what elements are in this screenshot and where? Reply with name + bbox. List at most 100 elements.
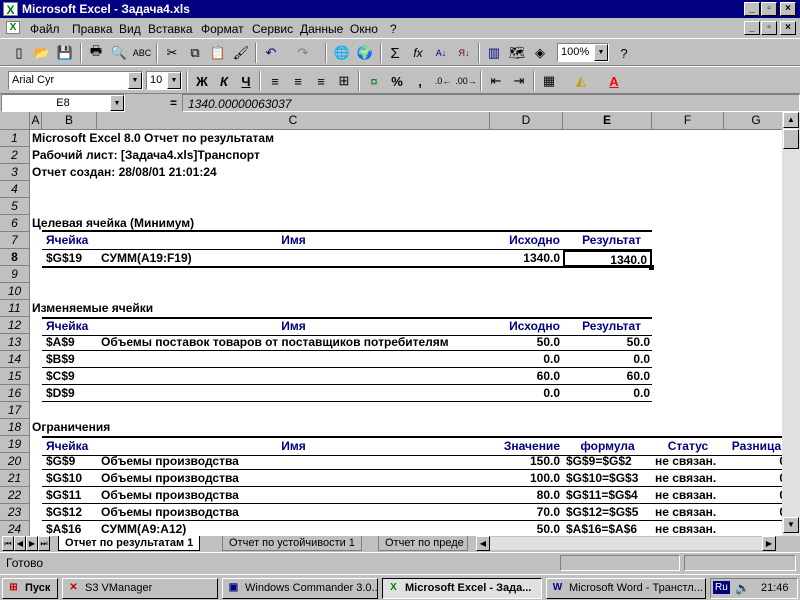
- underline-button[interactable]: Ч: [235, 70, 257, 92]
- function-icon[interactable]: fx: [407, 42, 429, 64]
- menu-edit[interactable]: Правка: [72, 22, 113, 36]
- vertical-scrollbar[interactable]: ▲ ▼: [782, 112, 800, 536]
- document-icon[interactable]: X: [6, 21, 20, 34]
- constraint-value[interactable]: 70.0: [490, 504, 560, 521]
- row-header[interactable]: 13: [0, 334, 30, 351]
- row-header[interactable]: 2: [0, 147, 30, 164]
- save-icon[interactable]: 💾: [54, 42, 76, 64]
- changing-result-value[interactable]: 0.0: [563, 351, 650, 368]
- column-header-c[interactable]: C: [97, 112, 490, 130]
- constraint-formula[interactable]: $G$10=$G$3: [566, 470, 638, 487]
- row-header[interactable]: 24: [0, 521, 30, 536]
- constraint-cell-name[interactable]: Объемы производства: [101, 470, 239, 487]
- constraint-status[interactable]: не связан.: [655, 453, 716, 470]
- constraint-diff[interactable]: 0: [724, 487, 782, 504]
- menu-insert[interactable]: Вставка: [148, 22, 193, 36]
- changing-result-value[interactable]: 60.0: [563, 368, 650, 385]
- increase-indent-icon[interactable]: ⇥: [508, 70, 530, 92]
- menu-format[interactable]: Формат: [201, 22, 244, 36]
- scroll-down-icon[interactable]: ▼: [783, 517, 799, 533]
- formula-input[interactable]: 1340.00000063037: [182, 94, 800, 112]
- menu-data[interactable]: Данные: [300, 22, 343, 36]
- prev-sheet-icon[interactable]: ◀: [14, 536, 26, 551]
- maximize-button[interactable]: ▫: [761, 2, 777, 16]
- row-header[interactable]: 4: [0, 181, 30, 198]
- row-header[interactable]: 21: [0, 470, 30, 487]
- constraint-value[interactable]: 50.0: [490, 521, 560, 536]
- report-sheet[interactable]: Рабочий лист: [Задача4.xls]Транспорт: [32, 147, 260, 164]
- target-header-orig[interactable]: Исходно: [490, 232, 560, 249]
- changing-header-result[interactable]: Результат: [563, 318, 641, 335]
- sheet-tab-results[interactable]: Отчет по результатам 1: [58, 536, 201, 551]
- column-header-g[interactable]: G: [724, 112, 782, 130]
- format-painter-icon[interactable]: 🖌: [230, 42, 252, 64]
- target-header-result[interactable]: Результат: [563, 232, 641, 249]
- hyperlink-icon[interactable]: 🌐: [331, 42, 353, 64]
- menu-help[interactable]: ?: [390, 22, 397, 36]
- row-header[interactable]: 9: [0, 266, 30, 283]
- changing-result-value[interactable]: 0.0: [563, 385, 650, 402]
- changing-cell-name[interactable]: Объемы поставок товаров от поставщиков п…: [101, 334, 449, 351]
- drawing-icon[interactable]: ◈: [529, 42, 551, 64]
- column-header-e[interactable]: E: [563, 112, 652, 130]
- doc-close-button[interactable]: ×: [780, 21, 796, 35]
- task-word[interactable]: W Microsoft Word - Транстл...: [546, 578, 706, 599]
- close-button[interactable]: ×: [780, 2, 796, 16]
- open-folder-icon[interactable]: 📂: [31, 42, 53, 64]
- constraint-status[interactable]: не связан.: [655, 487, 716, 504]
- constraint-diff[interactable]: 0: [724, 453, 782, 470]
- constraint-cell-name[interactable]: Объемы производства: [101, 453, 239, 470]
- language-indicator[interactable]: Ru: [713, 581, 730, 594]
- zoom-select[interactable]: 100% ▼: [557, 43, 609, 62]
- align-left-icon[interactable]: ≡: [264, 70, 286, 92]
- last-sheet-icon[interactable]: ⏭: [38, 536, 50, 551]
- row-header[interactable]: 1: [0, 130, 30, 147]
- scroll-up-icon[interactable]: ▲: [783, 112, 799, 128]
- constraints-section-title[interactable]: Ограничения: [32, 419, 110, 436]
- constraint-cell-name[interactable]: СУММ(A9:A12): [101, 521, 186, 536]
- chevron-down-icon[interactable]: ▼: [110, 95, 124, 111]
- target-header-cell[interactable]: Ячейка: [46, 232, 88, 249]
- merge-center-icon[interactable]: ⊞: [333, 70, 355, 92]
- bold-button[interactable]: Ж: [191, 70, 213, 92]
- first-sheet-icon[interactable]: ⏮: [2, 536, 14, 551]
- changing-orig-value[interactable]: 0.0: [490, 351, 560, 368]
- constraint-value[interactable]: 80.0: [490, 487, 560, 504]
- print-preview-icon[interactable]: 🔍: [108, 42, 130, 64]
- changing-cell-ref[interactable]: $B$9: [46, 351, 75, 368]
- constraint-cell-ref[interactable]: $G$9: [46, 453, 75, 470]
- office-assistant-icon[interactable]: ?: [613, 42, 635, 64]
- menu-file[interactable]: Файл: [30, 22, 60, 36]
- column-header-f[interactable]: F: [652, 112, 724, 130]
- changing-cell-ref[interactable]: $A$9: [46, 334, 75, 351]
- row-header[interactable]: 16: [0, 385, 30, 402]
- hscroll-left-icon[interactable]: ◀: [476, 536, 490, 551]
- constraint-cell-name[interactable]: Объемы производства: [101, 504, 239, 521]
- chevron-down-icon[interactable]: ▼: [167, 72, 181, 89]
- start-button[interactable]: ⊞ Пуск: [2, 578, 58, 599]
- decrease-indent-icon[interactable]: ⇤: [485, 70, 507, 92]
- align-center-icon[interactable]: ≡: [287, 70, 309, 92]
- chevron-down-icon[interactable]: ▼: [128, 72, 142, 89]
- changing-header-cell[interactable]: Ячейка: [46, 318, 88, 335]
- select-all-corner[interactable]: [0, 112, 30, 130]
- target-cell-ref[interactable]: $G$19: [46, 250, 82, 267]
- chevron-down-icon[interactable]: ▼: [594, 44, 608, 61]
- task-excel[interactable]: X Microsoft Excel - Зада...: [382, 578, 542, 599]
- changing-cell-ref[interactable]: $C$9: [46, 368, 75, 385]
- row-header[interactable]: 20: [0, 453, 30, 470]
- menu-window[interactable]: Окно: [350, 22, 378, 36]
- changing-section-title[interactable]: Изменяемые ячейки: [32, 300, 153, 317]
- sheet-tab-limits[interactable]: Отчет по преде: [378, 536, 468, 551]
- excel-icon[interactable]: X: [3, 2, 18, 17]
- copy-icon[interactable]: ⧉: [184, 42, 206, 64]
- row-header[interactable]: 19: [0, 436, 30, 453]
- changing-orig-value[interactable]: 50.0: [490, 334, 560, 351]
- fill-color-icon[interactable]: ◭: [570, 70, 592, 92]
- constraint-cell-name[interactable]: Объемы производства: [101, 487, 239, 504]
- sheet-tab-sensitivity[interactable]: Отчет по устойчивости 1: [222, 536, 362, 551]
- map-icon[interactable]: 🗺: [506, 42, 528, 64]
- target-orig-value[interactable]: 1340.0: [490, 250, 560, 267]
- doc-restore-button[interactable]: ▫: [761, 21, 777, 35]
- scroll-thumb[interactable]: [783, 129, 799, 149]
